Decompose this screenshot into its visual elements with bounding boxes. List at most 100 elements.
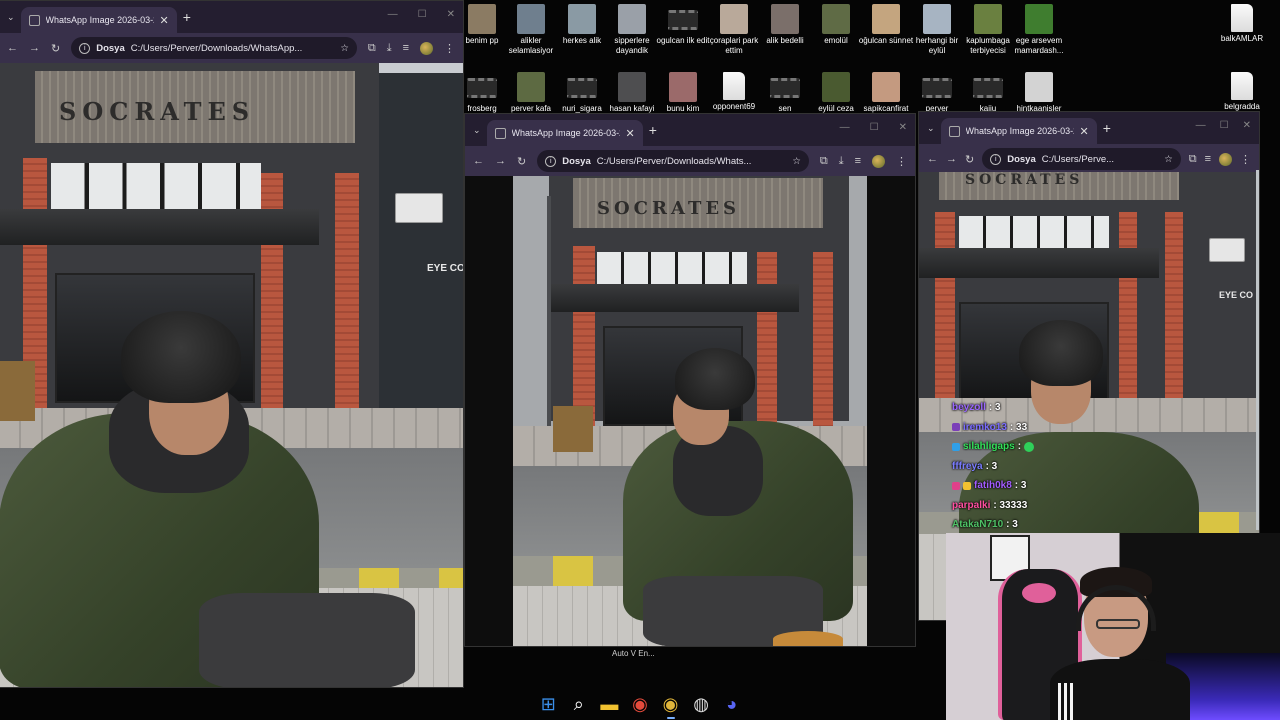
brick-column (335, 173, 359, 413)
reload-icon[interactable]: ↻ (517, 155, 526, 168)
webcam-overlay (946, 533, 1280, 720)
forward-icon[interactable]: → (495, 155, 506, 167)
minimize-icon[interactable]: — (1196, 120, 1206, 131)
desktop-icon[interactable]: hintkaanisler (1011, 72, 1067, 114)
browser-window-middle: ⌄ WhatsApp Image 2026-03-29 a... ✕ + — ☐… (464, 113, 916, 647)
maximize-icon[interactable]: ☐ (1220, 120, 1229, 131)
chevron-down-icon[interactable]: ⌄ (473, 125, 481, 136)
back-icon[interactable]: ← (927, 153, 938, 165)
desktop-icon[interactable]: belgradda (1214, 72, 1270, 112)
document-file-icon (1231, 72, 1253, 100)
image-file-icon (822, 4, 850, 34)
extensions-icon[interactable]: ⧉ (820, 155, 828, 168)
back-icon[interactable]: ← (473, 155, 484, 167)
tab-whatsapp-image[interactable]: WhatsApp Image 2026-03-29 a... ✕ (20, 7, 177, 33)
desktop-icon[interactable]: oğulcan sünnet (858, 4, 914, 46)
desktop-icon[interactable]: kaplumbaga terbiyecisi (960, 4, 1016, 56)
chevron-down-icon[interactable]: ⌄ (927, 123, 935, 134)
extensions-icon[interactable]: ⧉ (368, 42, 376, 55)
desktop-icon[interactable]: perver kafa (503, 72, 559, 114)
desktop-icon[interactable]: çoraplari park ettim (706, 4, 762, 56)
back-icon[interactable]: ← (7, 42, 18, 54)
minimize-icon[interactable]: — (840, 122, 850, 133)
profile-avatar[interactable] (872, 154, 885, 168)
tab-whatsapp-image[interactable]: WhatsApp Image 2026-03-29 a... ✕ (486, 120, 643, 146)
desktop-icon[interactable]: sapikcanfirat (858, 72, 914, 114)
file-explorer-icon[interactable]: ▬ (598, 693, 620, 715)
desktop-icon[interactable]: balkAMLAR (1214, 4, 1270, 44)
windows-start-icon[interactable]: ⊞ (537, 693, 559, 715)
maximize-icon[interactable]: ☐ (870, 122, 879, 133)
bookmark-star-icon[interactable]: ☆ (1164, 154, 1173, 165)
bookmark-star-icon[interactable]: ☆ (792, 156, 801, 167)
info-icon[interactable]: i (545, 155, 557, 167)
image-file-icon (822, 72, 850, 102)
reading-list-icon[interactable]: ≡ (1205, 153, 1211, 165)
address-bar[interactable]: i Dosya C:/Users/Perve... ☆ (982, 148, 1181, 170)
search-icon[interactable]: ⌕ (568, 693, 590, 715)
close-tab-icon[interactable]: ✕ (626, 127, 635, 140)
desktop-icon-label: ogulcan ilk edit (656, 36, 710, 45)
maximize-icon[interactable]: ☐ (418, 9, 427, 20)
extensions-icon[interactable]: ⧉ (1189, 153, 1197, 166)
reading-list-icon[interactable]: ≡ (855, 155, 861, 167)
obs-icon[interactable]: ◍ (690, 693, 712, 715)
reading-list-icon[interactable]: ≡ (403, 42, 409, 54)
desktop-icon[interactable]: sen (757, 72, 813, 114)
info-icon[interactable]: i (990, 153, 1002, 165)
close-window-icon[interactable]: ✕ (447, 9, 455, 20)
reload-icon[interactable]: ↻ (51, 42, 60, 55)
menu-icon[interactable]: ⋮ (444, 42, 455, 55)
close-window-icon[interactable]: ✕ (899, 122, 907, 133)
desktop-icon[interactable]: eylül ceza (808, 72, 864, 114)
profile-avatar[interactable] (1219, 152, 1232, 166)
chat-username: AtakaN710 (952, 519, 1004, 530)
desktop-icon[interactable]: hasan kafayi (604, 72, 660, 114)
url-text: C:/Users/Perver/Downloads/Whats... (596, 155, 752, 167)
image-file-icon (872, 72, 900, 102)
scheme-chip: Dosya (1007, 153, 1036, 165)
image-file-icon (618, 4, 646, 34)
tab-whatsapp-image[interactable]: WhatsApp Image 2026-03-29 a... ✕ (940, 118, 1097, 144)
chrome-icon[interactable]: ◉ (629, 693, 651, 715)
forward-icon[interactable]: → (29, 42, 40, 54)
desktop-icon[interactable]: herkes alik (554, 4, 610, 46)
new-tab-icon[interactable]: + (649, 122, 657, 138)
close-tab-icon[interactable]: ✕ (1080, 125, 1089, 138)
chrome-active-icon[interactable]: ◉ (660, 693, 682, 719)
close-tab-icon[interactable]: ✕ (160, 14, 169, 27)
address-bar[interactable]: i Dosya C:/Users/Perver/Downloads/WhatsA… (71, 37, 357, 59)
info-icon[interactable]: i (79, 42, 91, 54)
desktop-icon[interactable]: bunu kim (655, 72, 711, 114)
new-tab-icon[interactable]: + (1103, 120, 1111, 136)
close-window-icon[interactable]: ✕ (1243, 120, 1251, 131)
desktop-icon[interactable]: herhangi bir eylül (909, 4, 965, 56)
chat-text: : 33 (1009, 421, 1028, 433)
menu-icon[interactable]: ⋮ (896, 155, 907, 168)
desktop-icon[interactable]: alikler selamlasiyor (503, 4, 559, 56)
download-icon[interactable]: ⤓ (839, 155, 844, 168)
desktop-icon[interactable]: alik bedelli (757, 4, 813, 46)
desktop-icon[interactable]: ege arsevem mamardash... (1011, 4, 1067, 56)
reload-icon[interactable]: ↻ (965, 153, 974, 166)
desktop-icon[interactable]: kaiju (960, 72, 1016, 114)
desktop-icon[interactable]: opponent69 (706, 72, 762, 112)
desktop-icon[interactable]: nuri_sigara (554, 72, 610, 114)
bookmark-star-icon[interactable]: ☆ (340, 43, 349, 54)
minimize-icon[interactable]: — (388, 9, 398, 20)
profile-avatar[interactable] (420, 41, 433, 55)
planter (0, 361, 35, 421)
desktop-icon[interactable]: perver (909, 72, 965, 114)
chat-text: : 3 (985, 460, 998, 472)
desktop-icon[interactable]: sipperlere dayandik (604, 4, 660, 56)
desktop-icon[interactable]: ogulcan ilk edit (655, 4, 711, 46)
chat-message: AtakaN710: 3 (952, 515, 1152, 535)
new-tab-icon[interactable]: + (183, 9, 191, 25)
address-bar[interactable]: i Dosya C:/Users/Perver/Downloads/Whats.… (537, 150, 809, 172)
discord-icon[interactable]: ◕ (721, 693, 743, 715)
forward-icon[interactable]: → (946, 153, 957, 165)
menu-icon[interactable]: ⋮ (1240, 153, 1251, 166)
desktop-icon[interactable]: emolül (808, 4, 864, 46)
chevron-down-icon[interactable]: ⌄ (7, 12, 15, 23)
download-icon[interactable]: ⤓ (387, 42, 392, 55)
